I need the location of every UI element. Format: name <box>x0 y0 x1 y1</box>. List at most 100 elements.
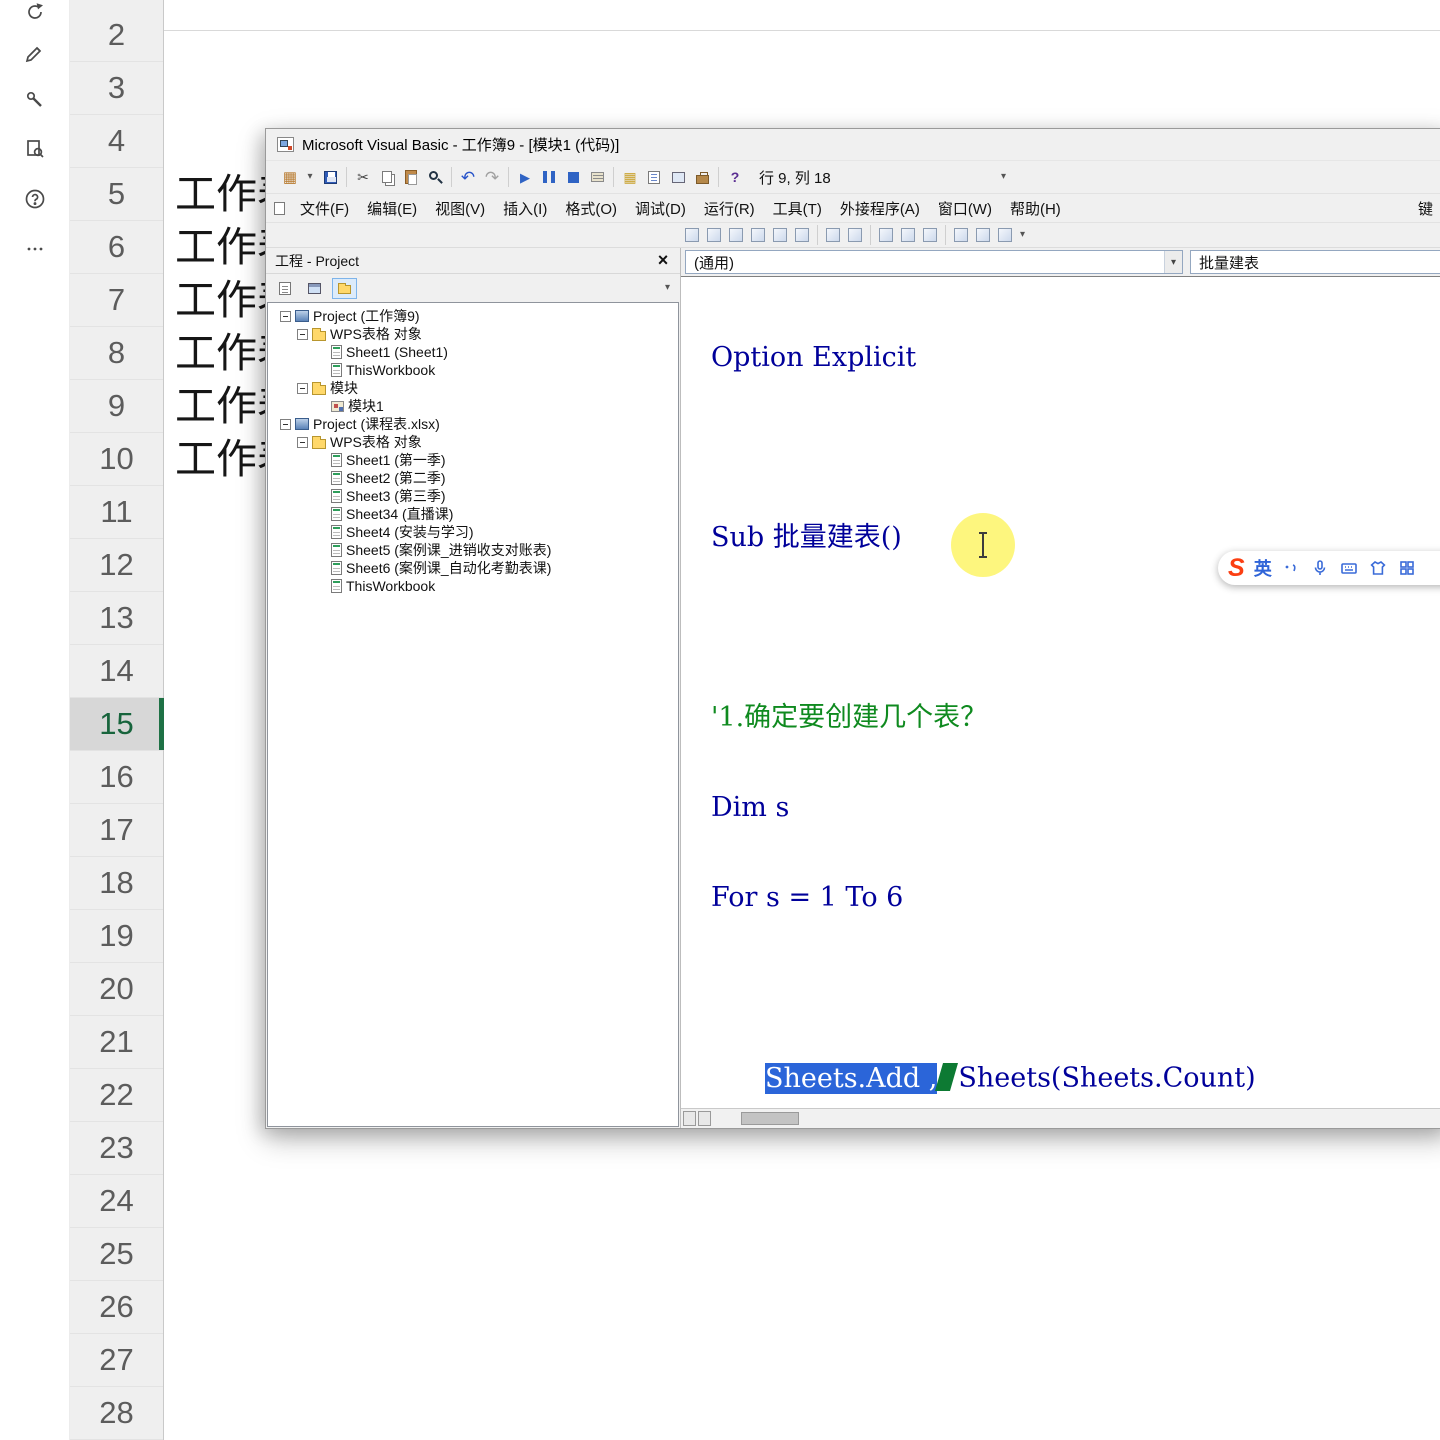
tree-item-sheet5[interactable]: Sheet5 (案例课_进销收支对账表) <box>268 541 678 559</box>
outdent-button[interactable] <box>822 224 844 246</box>
row-header-22[interactable]: 22 <box>70 1069 163 1122</box>
find-button[interactable] <box>423 164 447 190</box>
row-header-4[interactable]: 4 <box>70 115 163 168</box>
split-view-button[interactable] <box>683 1111 696 1126</box>
row-header-23[interactable]: 23 <box>70 1122 163 1175</box>
tree-item-sheet34[interactable]: Sheet34 (直播课) <box>268 505 678 523</box>
tree-item-sheet2-q2[interactable]: Sheet2 (第二季) <box>268 469 678 487</box>
collapse-icon[interactable] <box>297 436 308 448</box>
cut-button[interactable]: ✂ <box>351 164 375 190</box>
row-header-27[interactable]: 27 <box>70 1334 163 1387</box>
row-header-9[interactable]: 9 <box>70 380 163 433</box>
list-constants-button[interactable] <box>703 224 725 246</box>
type-question-box[interactable]: 键 <box>1418 198 1433 219</box>
complete-word-button[interactable] <box>769 224 791 246</box>
tree-item-sheet4[interactable]: Sheet4 (安装与学习) <box>268 523 678 541</box>
row-header-20[interactable]: 20 <box>70 963 163 1016</box>
tree-item-sheet1[interactable]: Sheet1 (Sheet1) <box>268 343 678 361</box>
row-header-17[interactable]: 17 <box>70 804 163 857</box>
design-mode-button[interactable] <box>585 164 609 190</box>
redo-button[interactable]: ↷ <box>480 164 504 190</box>
clear-bookmarks-button[interactable] <box>994 224 1016 246</box>
row-header-6[interactable]: 6 <box>70 221 163 274</box>
reset-button[interactable] <box>561 164 585 190</box>
tree-item-thisworkbook[interactable]: ThisWorkbook <box>268 361 678 379</box>
menu-insert[interactable]: 插入(I) <box>494 196 556 220</box>
menu-view[interactable]: 视图(V) <box>426 196 494 220</box>
properties-window-button[interactable] <box>642 164 666 190</box>
row-header-11[interactable]: 11 <box>70 486 163 539</box>
row-header-16[interactable]: 16 <box>70 751 163 804</box>
row-header-28[interactable]: 28 <box>70 1387 163 1440</box>
menu-edit[interactable]: 编辑(E) <box>358 196 426 220</box>
pen-icon[interactable] <box>20 36 50 66</box>
previous-bookmark-button[interactable] <box>972 224 994 246</box>
collapse-icon[interactable] <box>280 310 291 322</box>
tree-item-project-kechengbiao[interactable]: Project (课程表.xlsx) <box>268 415 678 433</box>
row-header-3[interactable]: 3 <box>70 62 163 115</box>
collapse-icon[interactable] <box>280 418 291 430</box>
row-header-25[interactable]: 25 <box>70 1228 163 1281</box>
tree-item-modules-folder[interactable]: 模块 <box>268 379 678 397</box>
save-button[interactable] <box>318 164 342 190</box>
keyboard-icon[interactable] <box>1339 558 1359 578</box>
help-icon[interactable] <box>20 184 50 214</box>
run-button[interactable]: ▶ <box>513 164 537 190</box>
undo-icon[interactable] <box>20 0 50 26</box>
menu-tools[interactable]: 工具(T) <box>764 196 831 220</box>
copy-button[interactable] <box>375 164 399 190</box>
skin-icon[interactable] <box>1368 558 1388 578</box>
row-header-21[interactable]: 21 <box>70 1016 163 1069</box>
row-header-24[interactable]: 24 <box>70 1175 163 1228</box>
menu-window[interactable]: 窗口(W) <box>929 196 1001 220</box>
vba-titlebar[interactable]: Microsoft Visual Basic - 工作簿9 - [模块1 (代码… <box>266 129 1440 160</box>
doc-search-icon[interactable] <box>20 134 50 164</box>
object-dropdown[interactable]: (通用) ▾ <box>685 250 1183 274</box>
tree-item-sheet1-q1[interactable]: Sheet1 (第一季) <box>268 451 678 469</box>
split-view-button[interactable] <box>698 1111 711 1126</box>
row-header-10[interactable]: 10 <box>70 433 163 486</box>
tree-item-sheet6[interactable]: Sheet6 (案例课_自动化考勤表课) <box>268 559 678 577</box>
toggle-breakpoint-button[interactable] <box>844 224 866 246</box>
break-button[interactable] <box>537 164 561 190</box>
tree-item-wps-objects[interactable]: WPS表格 对象 <box>268 325 678 343</box>
comment-block-button[interactable] <box>875 224 897 246</box>
view-code-button[interactable] <box>272 278 297 299</box>
menu-run[interactable]: 运行(R) <box>695 196 764 220</box>
close-icon[interactable]: × <box>650 250 676 271</box>
toolbar-options-caret-icon[interactable]: ▾ <box>1001 171 1006 182</box>
tree-item-thisworkbook2[interactable]: ThisWorkbook <box>268 577 678 595</box>
object-browser-button[interactable] <box>666 164 690 190</box>
undo-button[interactable]: ↶ <box>456 164 480 190</box>
ime-language-toggle[interactable]: 英 <box>1254 555 1272 581</box>
tree-item-wps-objects[interactable]: WPS表格 对象 <box>268 433 678 451</box>
row-header-7[interactable]: 7 <box>70 274 163 327</box>
menu-format[interactable]: 格式(O) <box>556 196 626 220</box>
toggle-bookmark-button[interactable] <box>919 224 941 246</box>
indent-button[interactable] <box>791 224 813 246</box>
view-component-button[interactable]: ▦ <box>278 164 302 190</box>
row-header-12[interactable]: 12 <box>70 539 163 592</box>
toolbox-button[interactable] <box>690 164 714 190</box>
row-header-5[interactable]: 5 <box>70 168 163 221</box>
more-icon[interactable] <box>20 234 50 264</box>
project-explorer-button[interactable]: ▦ <box>618 164 642 190</box>
paste-button[interactable] <box>399 164 423 190</box>
row-header-26[interactable]: 26 <box>70 1281 163 1334</box>
collapse-icon[interactable] <box>297 328 308 340</box>
punctuation-icon[interactable] <box>1281 558 1301 578</box>
row-header-15-selected[interactable]: 15 <box>70 698 164 751</box>
add-item-button[interactable]: ▾ <box>302 164 318 190</box>
row-header-19[interactable]: 19 <box>70 910 163 963</box>
next-bookmark-button[interactable] <box>950 224 972 246</box>
edit-toolbar-caret-icon[interactable]: ▾ <box>1020 230 1025 240</box>
list-properties-button[interactable] <box>681 224 703 246</box>
tree-item-module1[interactable]: 模块1 <box>268 397 678 415</box>
project-panel-header[interactable]: 工程 - Project × <box>266 248 680 274</box>
scrollbar-thumb[interactable] <box>741 1112 799 1125</box>
help-button[interactable]: ? <box>723 164 747 190</box>
ime-logo[interactable]: S <box>1228 554 1245 583</box>
row-header-18[interactable]: 18 <box>70 857 163 910</box>
menu-addins[interactable]: 外接程序(A) <box>831 196 929 220</box>
uncomment-block-button[interactable] <box>897 224 919 246</box>
